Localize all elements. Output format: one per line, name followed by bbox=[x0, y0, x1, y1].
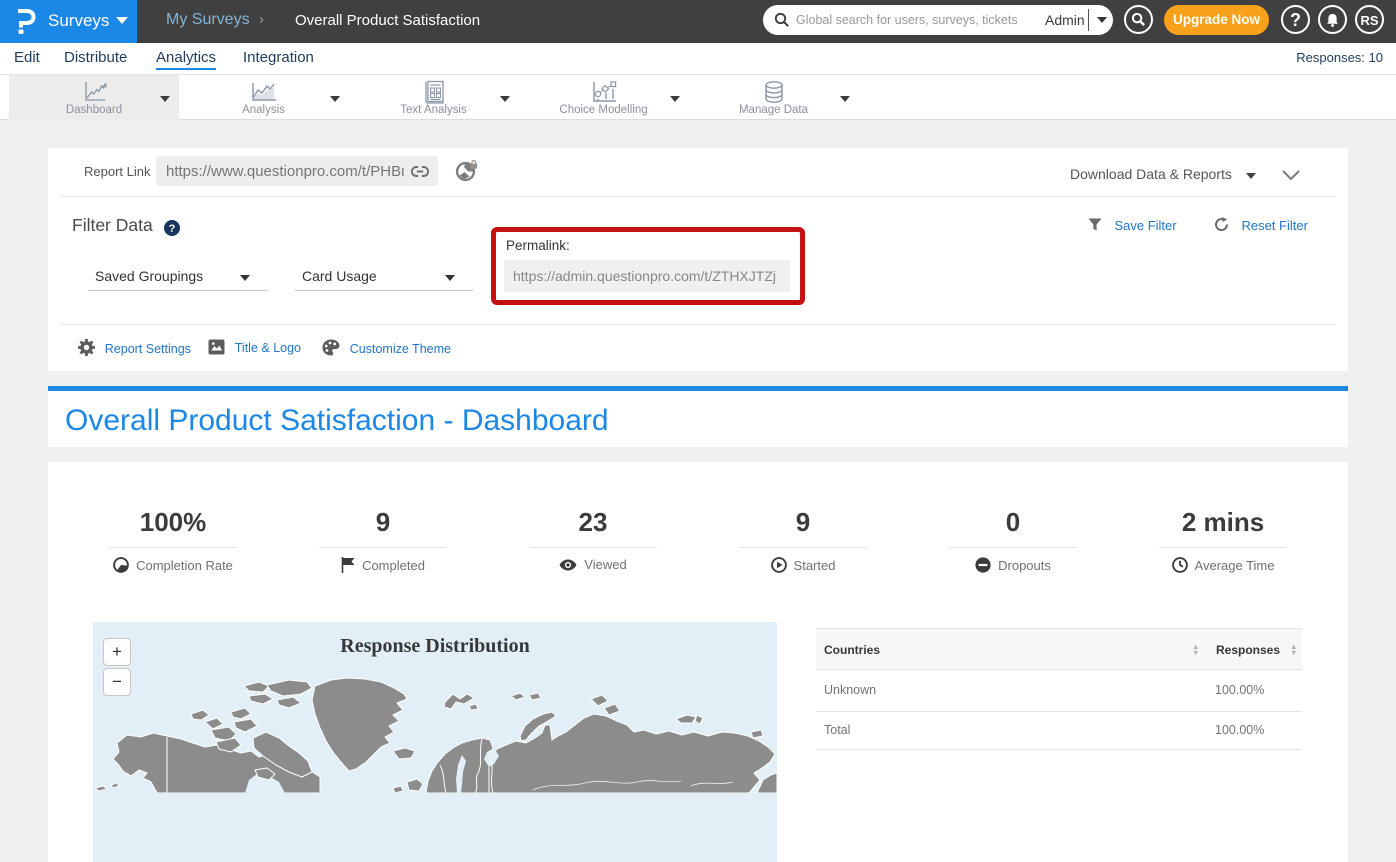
svg-text:?: ? bbox=[169, 223, 176, 235]
